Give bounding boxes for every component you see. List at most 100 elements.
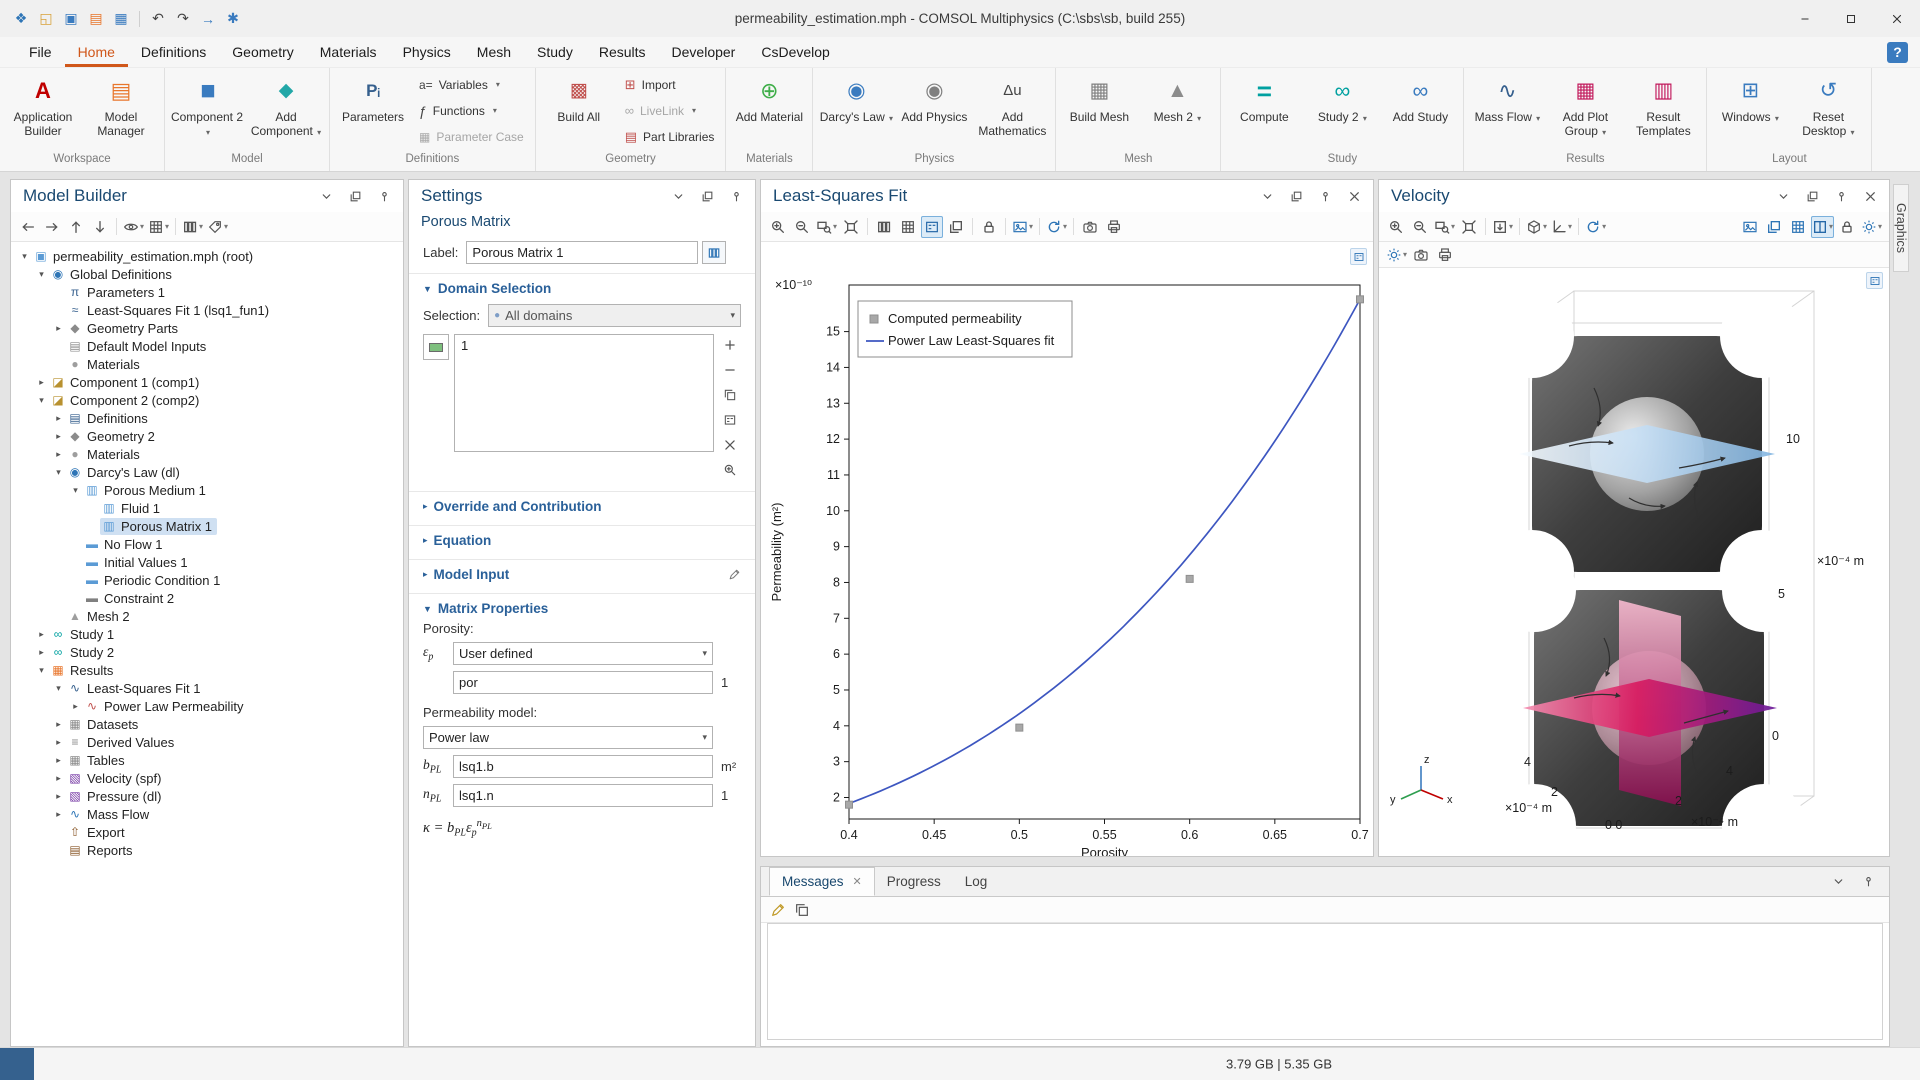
ribbon-button-windows[interactable]: ⊞ Windows ▾: [1712, 70, 1788, 151]
tree-expander-icon[interactable]: ▸: [34, 629, 49, 640]
ribbon-button-model-manager[interactable]: ▤ Model Manager: [83, 70, 159, 151]
plot-dataset-icon[interactable]: [1350, 248, 1367, 265]
tree-item-default-model-inputs[interactable]: ▤ Default Model Inputs: [11, 337, 403, 355]
section-matrix-properties[interactable]: ▼ Matrix Properties: [409, 594, 755, 621]
chevron-down-icon[interactable]: [667, 185, 689, 207]
chevron-down-icon[interactable]: [1256, 185, 1278, 207]
tree-item-mesh-2[interactable]: ▲ Mesh 2: [11, 607, 403, 625]
tree-expander-icon[interactable]: ▸: [51, 755, 66, 766]
section-override-and-contribution[interactable]: ▸ Override and Contribution: [409, 492, 755, 519]
porosity-model-combo[interactable]: User defined ▾: [453, 642, 713, 665]
tree-expander-icon[interactable]: ▾: [17, 251, 32, 262]
tree-item-darcy-s-law-dl[interactable]: ▾ ◉ Darcy's Law (dl): [11, 463, 403, 481]
tree-item-least-squares-fit-1-lsq1-fun1[interactable]: ≈ Least-Squares Fit 1 (lsq1_fun1): [11, 301, 403, 319]
maximize-button[interactable]: [1828, 0, 1874, 37]
chevron-down-icon[interactable]: [1772, 185, 1794, 207]
ribbon-button-add-physics[interactable]: ◉ Add Physics: [896, 70, 972, 151]
tree-expander-icon[interactable]: ▸: [51, 431, 66, 442]
ribbon-button-part-libraries[interactable]: ▤ Part Libraries: [625, 126, 715, 148]
section-equation[interactable]: ▸ Equation: [409, 526, 755, 553]
menu-item-definitions[interactable]: Definitions: [128, 37, 219, 67]
print-icon[interactable]: [1103, 216, 1125, 238]
tree-expander-icon[interactable]: ▸: [51, 323, 66, 334]
ribbon-button-parameters[interactable]: Pᵢ Parameters: [335, 70, 411, 151]
show-icon[interactable]: ▾: [122, 216, 145, 238]
tag-icon[interactable]: ▾: [206, 216, 229, 238]
clear-selection-icon[interactable]: [719, 434, 741, 456]
chevron-down-icon[interactable]: [1827, 871, 1849, 893]
image-icon[interactable]: ▾: [1011, 216, 1034, 238]
menu-item-home[interactable]: Home: [65, 37, 128, 67]
redo-icon[interactable]: ↷: [172, 7, 194, 31]
close-tab-icon[interactable]: ✕: [853, 875, 862, 888]
tree-item-datasets[interactable]: ▸ ▦ Datasets: [11, 715, 403, 733]
tree-expander-icon[interactable]: ▾: [34, 269, 49, 280]
camera-icon[interactable]: [1410, 244, 1432, 266]
move-up-icon[interactable]: [65, 216, 87, 238]
tree-item-global-definitions[interactable]: ▾ ◉ Global Definitions: [11, 265, 403, 283]
tab-progress[interactable]: Progress: [875, 867, 953, 896]
ribbon-button-reset-desktop[interactable]: ↺ Reset Desktop ▾: [1790, 70, 1866, 151]
ribbon-button-build-all[interactable]: ▩ Build All: [541, 70, 617, 151]
ribbon-button-compute[interactable]: = Compute: [1226, 70, 1302, 151]
graphics-collapsed-tab[interactable]: Graphics: [1893, 184, 1909, 272]
ribbon-button-add-component[interactable]: ◆ Add Component ▾: [248, 70, 324, 151]
tree-expander-icon[interactable]: ▸: [34, 647, 49, 658]
ribbon-button-study-2[interactable]: ∞ Study 2 ▾: [1304, 70, 1380, 151]
tree-expander-icon[interactable]: ▸: [51, 449, 66, 460]
ribbon-button-build-mesh[interactable]: ▦ Build Mesh: [1061, 70, 1137, 151]
ribbon-button-component-2[interactable]: ◼ Component 2 ▾: [170, 70, 246, 151]
tree-item-fluid-1[interactable]: ▥ Fluid 1: [11, 499, 403, 517]
tree-item-export[interactable]: ⇧ Export: [11, 823, 403, 841]
collapse-icon[interactable]: ▾: [181, 216, 204, 238]
move-down-icon[interactable]: [89, 216, 111, 238]
porosity-value-input[interactable]: [453, 671, 713, 694]
menu-item-file[interactable]: File: [16, 37, 65, 67]
tree-item-least-squares-fit-1[interactable]: ▾ ∿ Least-Squares Fit 1: [11, 679, 403, 697]
velocity-canvas[interactable]: z x y 10 5 0 ×10⁻⁴ m 4 2 ×10⁻⁴ m 0 0 2 4 ×10⁻⁴ m: [1379, 268, 1889, 856]
tree-item-porous-medium-1[interactable]: ▾ ▥ Porous Medium 1: [11, 481, 403, 499]
back-icon[interactable]: [17, 216, 39, 238]
tree-item-results[interactable]: ▾ ▦ Results: [11, 661, 403, 679]
tree-expander-icon[interactable]: ▾: [34, 395, 49, 406]
tree-item-constraint-2[interactable]: ▬ Constraint 2: [11, 589, 403, 607]
section-domain-selection[interactable]: ▼ Domain Selection: [409, 274, 755, 301]
clear-icon[interactable]: [767, 899, 789, 921]
view-angle2-icon[interactable]: ▾: [1550, 216, 1573, 238]
ribbon-button-add-material[interactable]: ⊕ Add Material: [731, 70, 807, 151]
b-value-input[interactable]: [453, 755, 713, 778]
selection-highlight-toggle[interactable]: [423, 334, 449, 360]
tree-item-porous-matrix-1[interactable]: ▥ Porous Matrix 1: [11, 517, 403, 535]
zoom-extents-icon[interactable]: [1458, 216, 1480, 238]
legend-icon[interactable]: [921, 215, 944, 238]
section-model-input[interactable]: ▸ Model Input: [409, 560, 755, 587]
ribbon-button-functions[interactable]: ƒ Functions ▾: [419, 100, 524, 122]
app-icon[interactable]: ❖: [10, 7, 32, 31]
menu-item-geometry[interactable]: Geometry: [219, 37, 306, 67]
tree-item-component-1-comp1[interactable]: ▸ ◪ Component 1 (comp1): [11, 373, 403, 391]
tree-item-periodic-condition-1[interactable]: ▬ Periodic Condition 1: [11, 571, 403, 589]
ribbon-button-parameter-case[interactable]: ▦ Parameter Case: [419, 126, 524, 148]
remove-selection-icon[interactable]: [719, 359, 741, 381]
menu-item-materials[interactable]: Materials: [307, 37, 390, 67]
ribbon-button-livelink[interactable]: ∞ LiveLink ▾: [625, 100, 715, 122]
lock-icon[interactable]: [1836, 216, 1858, 238]
refresh-icon[interactable]: ▾: [1045, 216, 1068, 238]
tree-settings-icon[interactable]: ▾: [147, 216, 170, 238]
forward-icon[interactable]: [41, 216, 63, 238]
n-value-input[interactable]: [453, 784, 713, 807]
float-icon[interactable]: [344, 185, 366, 207]
tree-item-materials[interactable]: ▸ ● Materials: [11, 445, 403, 463]
add-selection-icon[interactable]: [719, 334, 741, 356]
print-icon[interactable]: [1434, 244, 1456, 266]
zoom-in-icon[interactable]: [767, 216, 789, 238]
tree-expander-icon[interactable]: ▸: [68, 701, 83, 712]
gear-icon[interactable]: ▾: [1385, 244, 1408, 266]
zoom-extents-icon[interactable]: [840, 216, 862, 238]
tree-item-derived-values[interactable]: ▸ ≡ Derived Values: [11, 733, 403, 751]
tree-item-definitions[interactable]: ▸ ▤ Definitions: [11, 409, 403, 427]
open-icon[interactable]: ◱: [35, 7, 57, 31]
selection-combo[interactable]: ● All domains ▾: [488, 304, 741, 327]
selection-list-item[interactable]: 1: [461, 338, 707, 353]
tab-log[interactable]: Log: [953, 867, 1000, 896]
